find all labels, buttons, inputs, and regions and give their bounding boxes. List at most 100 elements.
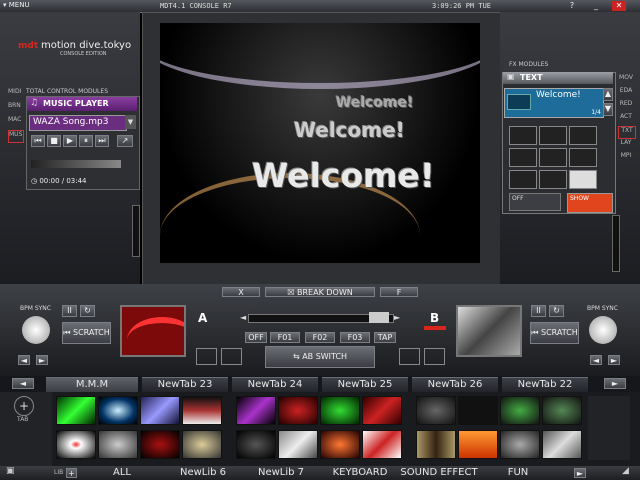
fx-slot-4[interactable] [509,148,537,167]
tab-newtab-25[interactable]: NewTab 25 [322,377,408,392]
fx-slot-3[interactable] [569,126,597,145]
nudge-right-plus[interactable]: ► [608,355,620,365]
fx-slot-9[interactable] [569,170,597,189]
stop-button[interactable]: ■ [47,135,61,147]
nudge-left-minus[interactable]: ◄ [18,355,30,365]
crossfader-right-arrow[interactable]: ► [394,313,400,322]
tap-button[interactable]: TAP [374,332,396,343]
clip-23[interactable] [500,430,540,459]
song-dropdown-button[interactable]: ▼ [125,115,136,129]
pause-button[interactable]: ⏸ [79,135,93,147]
resize-icon[interactable]: ◢ [622,466,636,478]
nudge-right-minus[interactable]: ◄ [590,355,602,365]
crossfader[interactable] [248,312,394,323]
repeat-button-left[interactable]: ↻ [80,305,95,317]
clip-1[interactable] [56,396,96,425]
clip-24[interactable] [542,430,582,459]
f-button[interactable]: F [380,287,418,297]
clip-13[interactable] [56,430,96,459]
clip-5[interactable] [236,396,276,425]
fx-tab-act[interactable]: ACT [618,113,634,124]
help-button[interactable]: ? [566,1,578,11]
lib-tab-sound-effect[interactable]: SOUND EFFECT [400,466,478,480]
lib-tab-newlib-6[interactable]: NewLib 6 [164,466,242,480]
lib-scroll-right[interactable]: ► [574,468,586,478]
tab-newtab-22[interactable]: NewTab 22 [502,377,588,392]
prev-button[interactable]: ⏮ [31,135,45,147]
off-button[interactable]: OFF [245,332,267,343]
nudge-left-plus[interactable]: ► [36,355,48,365]
clip-17[interactable] [236,430,276,459]
clip-14[interactable] [98,430,138,459]
fx-tab-lay[interactable]: LAY [618,139,634,150]
fx-slot-1[interactable] [509,126,537,145]
clip-7[interactable] [320,396,360,425]
tab-mmm[interactable]: M.M.M [46,377,138,392]
menu-button[interactable]: ▾ MENU [3,1,41,11]
lib-tab-fun[interactable]: FUN [480,466,556,480]
lib-tab-newlib-7[interactable]: NewLib 7 [244,466,318,480]
deck-a-pad-1[interactable] [196,348,217,365]
clip-10[interactable] [458,396,498,425]
clip-18[interactable] [278,430,318,459]
fx-slot-8[interactable] [539,170,567,189]
side-tab-midi[interactable]: MIDI [8,88,22,99]
tab-newtab-23[interactable]: NewTab 23 [142,377,228,392]
add-tab-button[interactable]: + [14,396,34,416]
side-tab-mac[interactable]: MAC [8,116,22,127]
side-tab-brn[interactable]: BRN [8,102,22,113]
deck-a-pad-2[interactable] [221,348,242,365]
clip-15[interactable] [140,430,180,459]
repeat-button-right[interactable]: ↻ [549,305,564,317]
clip-4[interactable] [182,396,222,425]
crossfader-left-arrow[interactable]: ◄ [240,313,246,322]
ab-switch-button[interactable]: ⇆ AB SWITCH [265,346,375,368]
fx-slot-5[interactable] [539,148,567,167]
f01-button[interactable]: F01 [270,332,300,343]
screenshot-icon[interactable]: ▣ [6,466,20,478]
scratch-button-right[interactable]: ⏮ SCRATCH [530,322,579,344]
bpm-sync-knob-left[interactable]: BPM SYNC [17,304,55,352]
fx-off-button[interactable]: OFF [509,193,561,211]
deck-b-pad-2[interactable] [424,348,445,365]
volume-slider[interactable] [31,160,121,168]
deck-b-pad-1[interactable] [399,348,420,365]
bpm-sync-knob-right[interactable]: BPM SYNC [584,304,622,352]
loop-button-right[interactable]: II [531,305,546,317]
f03-button[interactable]: F03 [340,332,370,343]
minimize-button[interactable]: _ [590,1,602,11]
fx-slot-2[interactable] [539,126,567,145]
tab-newtab-24[interactable]: NewTab 24 [232,377,318,392]
fx-tab-mov[interactable]: MOV [618,74,634,85]
song-select[interactable]: WAZA Song.mp3 [29,115,127,131]
play-button[interactable]: ▶ [63,135,77,147]
clip-9[interactable] [416,396,456,425]
loop-button-left[interactable]: II [62,305,77,317]
right-fader[interactable] [612,215,620,272]
close-button[interactable]: ✕ [612,1,626,11]
text-screen[interactable]: Welcome! 1/4 [504,88,604,118]
break-down-button[interactable]: ☒ BREAK DOWN [265,287,375,297]
clip-3[interactable] [140,396,180,425]
tab-newtab-26[interactable]: NewTab 26 [412,377,498,392]
tabs-scroll-right[interactable]: ► [604,378,626,389]
add-lib-button[interactable]: + [66,468,77,478]
clip-19[interactable] [320,430,360,459]
x-button[interactable]: X [222,287,260,297]
clip-20[interactable] [362,430,402,459]
fx-tab-mpi[interactable]: MPI [618,152,634,163]
tabs-scroll-left[interactable]: ◄ [12,378,34,389]
f02-button[interactable]: F02 [305,332,335,343]
fx-tab-txt[interactable]: TXT [618,126,636,139]
clip-21[interactable] [416,430,456,459]
lib-tab-keyboard[interactable]: KEYBOARD [322,466,398,480]
left-fader[interactable] [132,205,140,257]
lib-tab-all[interactable]: ALL [84,466,160,480]
clip-16[interactable] [182,430,222,459]
clip-22[interactable] [458,430,498,459]
clip-12[interactable] [542,396,582,425]
text-down-button[interactable]: ▼ [603,103,613,116]
next-button[interactable]: ⏭ [95,135,109,147]
clip-11[interactable] [500,396,540,425]
fx-show-button[interactable]: SHOW [567,193,613,213]
